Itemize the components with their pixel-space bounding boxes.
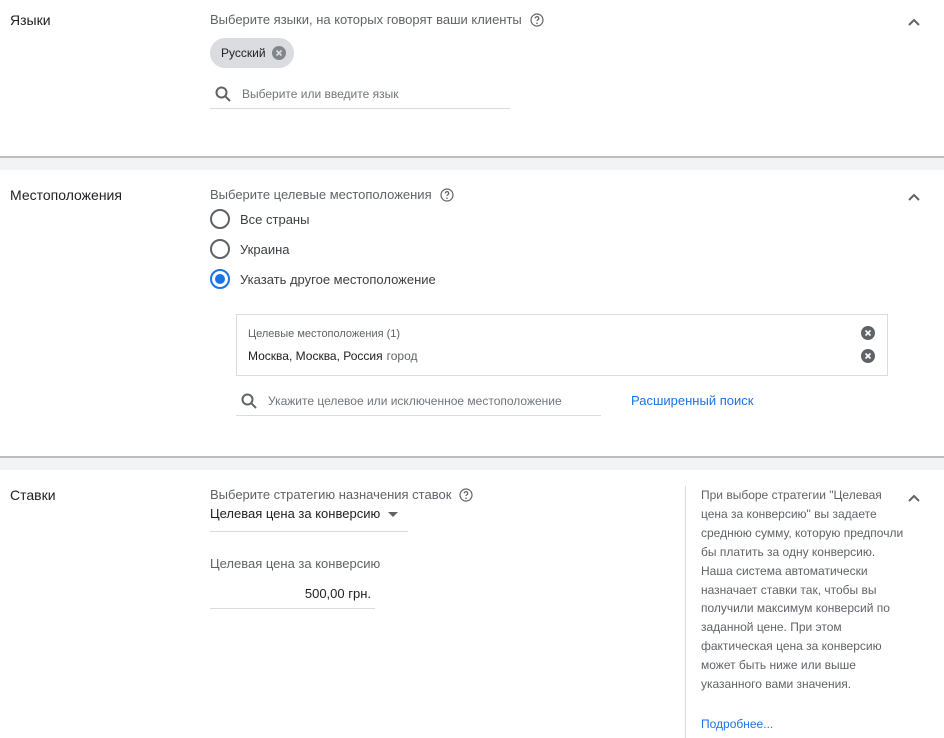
search-icon (241, 393, 257, 409)
language-search-input[interactable] (242, 87, 510, 101)
locations-title: Местоположения (10, 187, 122, 203)
chevron-up-icon[interactable] (906, 189, 922, 205)
target-locations-header: Целевые местоположения (1) (248, 328, 401, 340)
language-chip: Русский (210, 38, 294, 68)
close-circle-icon[interactable] (861, 326, 875, 340)
radio-label: Все страны (240, 211, 310, 227)
radio-label: Указать другое местоположение (240, 271, 436, 287)
target-location-type: город (386, 349, 418, 363)
radio-button[interactable] (210, 209, 230, 229)
radio-ukraine[interactable]: Украина (210, 239, 290, 259)
radio-button-selected[interactable] (210, 269, 230, 289)
bid-strategy-value: Целевая цена за конверсию (210, 506, 381, 521)
language-search (210, 80, 510, 109)
bids-subtitle: Выберите стратегию назначения ставок (210, 487, 473, 502)
bids-subtitle-text: Выберите стратегию назначения ставок (210, 487, 452, 502)
language-chip-label: Русский (221, 46, 266, 60)
location-search (236, 386, 601, 416)
locations-subtitle: Выберите целевые местоположения (210, 187, 454, 202)
location-search-input[interactable] (268, 393, 601, 408)
radio-label: Украина (240, 241, 290, 257)
chevron-up-icon[interactable] (906, 490, 922, 506)
search-icon (215, 86, 231, 102)
languages-subtitle-text: Выберите языки, на которых говорят ваши … (210, 12, 522, 27)
target-cpa-input[interactable]: 500,00 грн. (210, 582, 375, 609)
languages-subtitle: Выберите языки, на которых говорят ваши … (210, 12, 544, 27)
help-icon[interactable] (530, 12, 544, 27)
advanced-search-link[interactable]: Расширенный поиск (631, 393, 753, 408)
help-icon[interactable] (440, 187, 454, 202)
target-locations-box: Целевые местоположения (1) Москва, Москв… (236, 314, 888, 376)
languages-section: Языки Выберите языки, на которых говорят… (0, 0, 944, 156)
chevron-up-icon[interactable] (906, 14, 922, 30)
radio-all-countries[interactable]: Все страны (210, 209, 309, 229)
section-divider (0, 456, 944, 470)
locations-subtitle-text: Выберите целевые местоположения (210, 187, 432, 202)
bid-strategy-help-text: При выборе стратегии "Целевая цена за ко… (685, 486, 905, 738)
bids-title: Ставки (10, 487, 56, 503)
target-cpa-label: Целевая цена за конверсию (210, 556, 381, 571)
target-location-item: Москва, Москва, Россия город (248, 349, 418, 363)
section-divider (0, 156, 944, 170)
learn-more-link[interactable]: Подробнее... (701, 717, 773, 731)
bid-strategy-dropdown[interactable]: Целевая цена за конверсию (210, 506, 408, 532)
close-circle-icon[interactable] (861, 349, 875, 363)
radio-other-location[interactable]: Указать другое местоположение (210, 269, 436, 289)
radio-button[interactable] (210, 239, 230, 259)
help-icon[interactable] (459, 487, 473, 502)
dropdown-arrow-icon (388, 512, 399, 517)
languages-title: Языки (10, 12, 51, 28)
close-circle-icon[interactable] (271, 46, 286, 60)
target-location-name: Москва, Москва, Россия (248, 349, 383, 363)
